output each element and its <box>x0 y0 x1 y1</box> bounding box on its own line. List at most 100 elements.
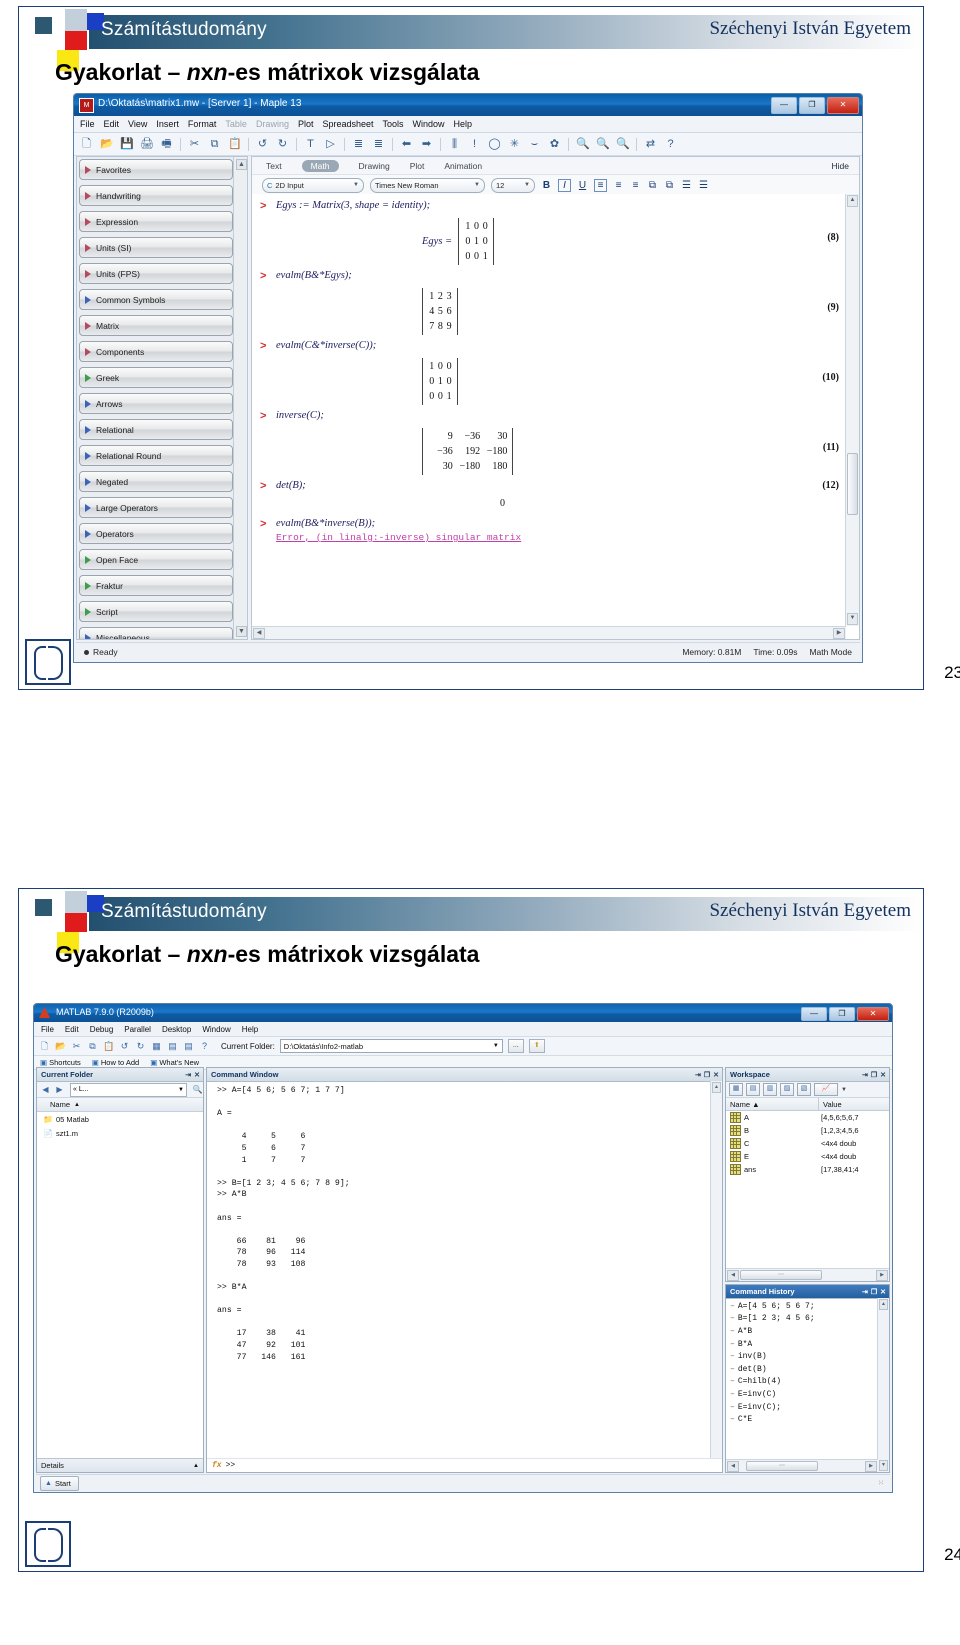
shortcut-shortcuts[interactable]: ▣ Shortcuts <box>40 1058 81 1067</box>
matlab-menu-debug[interactable]: Debug <box>90 1025 114 1034</box>
palette-item-negated[interactable]: Negated <box>79 471 233 492</box>
maple-menu-table[interactable]: Table <box>225 119 247 129</box>
folder-tree-item[interactable]: 📄 szt1.m <box>37 1126 203 1140</box>
folder-tree[interactable]: 📁 05 Matlab 📄 szt1.m <box>37 1112 203 1140</box>
command-history-item[interactable]: – B*A <box>730 1338 878 1351</box>
shortcut-how-to-add[interactable]: ▣ How to Add <box>92 1058 139 1067</box>
workspace-row[interactable]: A [4,5,6;5,6,7 <box>726 1111 889 1124</box>
command-history-item[interactable]: – det(B) <box>730 1363 878 1376</box>
undock-icon[interactable]: ⇥ <box>695 1071 701 1079</box>
redo-icon[interactable]: ↻ <box>276 138 289 151</box>
palette-item-operators[interactable]: Operators <box>79 523 233 544</box>
maple-menu-format[interactable]: Format <box>188 119 217 129</box>
command-history-item[interactable]: – A*B <box>730 1325 878 1338</box>
maple-menu-help[interactable]: Help <box>454 119 473 129</box>
palette-item-common-symbols[interactable]: Common Symbols <box>79 289 233 310</box>
scroll-down-icon[interactable]: ▼ <box>847 613 858 625</box>
command-history-item[interactable]: – C=hilb(4) <box>730 1376 878 1389</box>
guide-icon[interactable]: ▤ <box>167 1041 178 1052</box>
workspace-row[interactable]: ans [17,38,41;4 <box>726 1163 889 1176</box>
zoom-in-icon[interactable]: 🔍 <box>596 138 610 151</box>
maple-menu-drawing[interactable]: Drawing <box>256 119 289 129</box>
command-history-item[interactable]: – A=[4 5 6; 5 6 7; <box>730 1300 878 1313</box>
open-variable-icon[interactable]: ▤ <box>746 1083 760 1096</box>
close-button[interactable]: ✕ <box>857 1007 889 1021</box>
palette-item-fraktur[interactable]: Fraktur <box>79 575 233 596</box>
maple-menu-file[interactable]: File <box>80 119 95 129</box>
matlab-titlebar[interactable]: MATLAB 7.9.0 (R2009b) — ❐ ✕ <box>34 1004 892 1022</box>
math-mode-icon[interactable]: ▷ <box>324 138 337 151</box>
forward-icon[interactable]: ▶ <box>54 1085 65 1094</box>
italic-button[interactable]: I <box>558 178 571 192</box>
command-history-hscrollbar[interactable]: ◀ ⋯ ▶ <box>726 1459 878 1472</box>
print-preview-icon[interactable]: 🖷 <box>160 138 173 151</box>
hide-button[interactable]: Hide <box>832 161 849 171</box>
workspace-row[interactable]: B [1,2,3;4,5,6 <box>726 1124 889 1137</box>
up-folder-icon[interactable]: ⬆ <box>528 1039 545 1053</box>
workspace-row[interactable]: E <4x4 doub <box>726 1150 889 1163</box>
close-icon[interactable]: ✕ <box>880 1071 886 1079</box>
back-icon[interactable]: ◀ <box>40 1085 51 1094</box>
font-size-select[interactable]: 12 ▼ <box>491 177 535 193</box>
workspace-hscrollbar[interactable]: ◀ ⋯ ▶ <box>726 1268 889 1281</box>
maple-command[interactable]: evalm(B&*inverse(B)); <box>276 518 375 529</box>
redo-icon[interactable]: ↻ <box>135 1041 146 1052</box>
undock-icon[interactable]: ⇥ <box>862 1071 868 1079</box>
help-icon[interactable]: ? <box>199 1041 210 1052</box>
command-history-list[interactable]: – A=[4 5 6; 5 6 7; – B=[1 2 3; 4 5 6; – A*B – B… <box>726 1298 878 1459</box>
palette-item-expression[interactable]: Expression <box>79 211 233 232</box>
workspace-col-value[interactable]: Value <box>819 1098 889 1110</box>
workspace-col-name[interactable]: Name ▲ <box>726 1098 819 1110</box>
palette-item-handwriting[interactable]: Handwriting <box>79 185 233 206</box>
maple-command[interactable]: det(B); <box>276 480 306 491</box>
minimize-button[interactable]: — <box>771 97 797 114</box>
matlab-menu-window[interactable]: Window <box>202 1025 230 1034</box>
maple-menu-view[interactable]: View <box>128 119 147 129</box>
undock-icon[interactable]: ⇥ <box>862 1288 868 1296</box>
scroll-up-icon[interactable]: ▲ <box>236 159 247 170</box>
palette-item-miscellaneous[interactable]: Miscellaneous <box>79 627 233 639</box>
maple-menu-insert[interactable]: Insert <box>156 119 179 129</box>
command-history-item[interactable]: – B=[1 2 3; 4 5 6; <box>730 1313 878 1326</box>
debug-icon[interactable]: ✳ <box>508 138 521 151</box>
font-family-select[interactable]: Times New Roman ▼ <box>370 177 485 193</box>
matlab-menu-parallel[interactable]: Parallel <box>124 1025 151 1034</box>
plot-selection-icon[interactable]: 📈 <box>814 1083 838 1096</box>
settings-icon[interactable]: ✿ <box>548 138 561 151</box>
palette-scrollbar[interactable]: ▲ ▼ <box>233 157 247 639</box>
delete-icon[interactable]: ▧ <box>797 1083 811 1096</box>
worksheet-hscrollbar[interactable]: ◀ ▶ <box>252 626 846 639</box>
matlab-menu-desktop[interactable]: Desktop <box>162 1025 191 1034</box>
current-folder-select[interactable]: D:\Oktatás\Info2-matlab ▼ <box>279 1039 503 1053</box>
interrupt-icon[interactable]: ◯ <box>488 138 501 151</box>
input-mode-select[interactable]: C 2D Input ▼ <box>262 177 364 193</box>
align-right-icon[interactable]: ≡ <box>630 180 641 191</box>
bold-button[interactable]: B <box>541 180 552 191</box>
maple-worksheet-content[interactable]: > Egys := Matrix(3, shape = identity); Egy… <box>252 194 845 626</box>
scroll-right-icon[interactable]: ▶ <box>865 1461 877 1472</box>
command-history-item[interactable]: – C*E <box>730 1413 878 1426</box>
undock-icon[interactable]: ⇥ <box>185 1071 191 1079</box>
copy-icon[interactable]: ⧉ <box>87 1041 98 1052</box>
workspace-row[interactable]: C <4x4 doub <box>726 1137 889 1150</box>
palette-item-open-face[interactable]: Open Face <box>79 549 233 570</box>
chevron-down-icon[interactable]: ▼ <box>841 1087 847 1093</box>
back-arrow-icon[interactable]: ⬅ <box>400 138 413 151</box>
palette-item-matrix[interactable]: Matrix <box>79 315 233 336</box>
bullet-list-icon[interactable]: ☰ <box>681 180 692 191</box>
new-document-icon[interactable]: 🗋 <box>80 138 93 151</box>
shortcut-what-s-new[interactable]: ▣ What's New <box>150 1058 199 1067</box>
palette-item-units-fps-[interactable]: Units (FPS) <box>79 263 233 284</box>
close-icon[interactable]: ✕ <box>713 1071 719 1079</box>
folder-path-field[interactable]: « L... ▼ <box>70 1082 187 1097</box>
maximize-button[interactable]: ❐ <box>829 1007 855 1021</box>
command-history-item[interactable]: – inv(B) <box>730 1350 878 1363</box>
maximize-icon[interactable]: ❐ <box>871 1071 877 1079</box>
scroll-thumb[interactable]: ⋯ <box>740 1270 822 1280</box>
workspace-variable-list[interactable]: A [4,5,6;5,6,7 B [1,2,3;4,5,6 C <4x4 doub E <4x… <box>726 1111 889 1176</box>
maple-tab-math[interactable]: Math <box>301 159 339 172</box>
import-data-icon[interactable]: ▥ <box>763 1083 777 1096</box>
start-button[interactable]: ▲ Start <box>40 1475 79 1491</box>
undo-icon[interactable]: ↺ <box>119 1041 130 1052</box>
scroll-left-icon[interactable]: ◀ <box>727 1461 739 1472</box>
